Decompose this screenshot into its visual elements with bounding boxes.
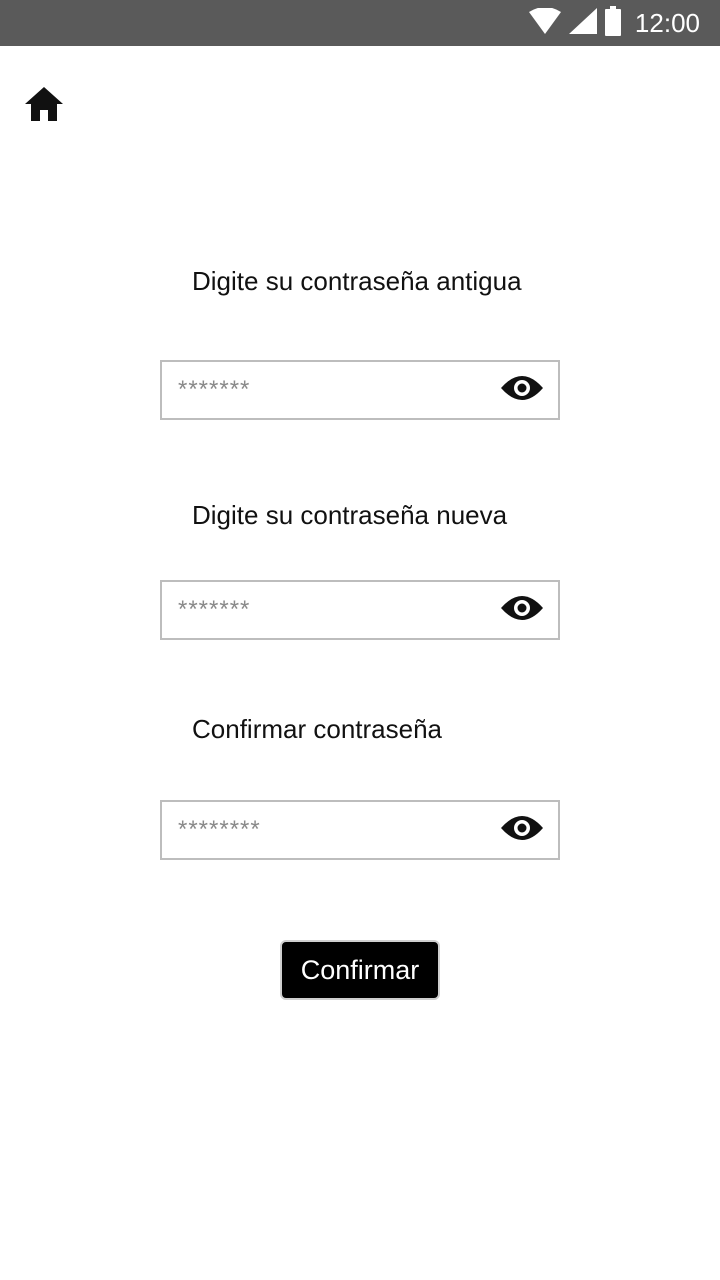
home-icon	[24, 86, 64, 127]
new-password-label: Digite su contraseña nueva	[192, 500, 508, 530]
new-password-field	[160, 580, 560, 640]
old-password-visibility-toggle[interactable]	[498, 370, 546, 410]
status-bar: 12:00	[0, 0, 720, 46]
confirm-password-input[interactable]	[178, 802, 478, 858]
eye-icon	[500, 814, 544, 847]
home-button[interactable]	[22, 84, 66, 128]
eye-icon	[500, 374, 544, 407]
signal-icon	[568, 7, 597, 39]
confirm-password-field	[160, 800, 560, 860]
eye-icon	[500, 594, 544, 627]
status-icons: 12:00	[528, 0, 700, 46]
battery-icon	[604, 5, 621, 41]
old-password-field	[160, 360, 560, 420]
wifi-icon	[528, 6, 561, 39]
new-password-visibility-toggle[interactable]	[498, 590, 546, 630]
status-time: 12:00	[634, 7, 700, 38]
new-password-input[interactable]	[178, 582, 478, 638]
confirm-password-label: Confirmar contraseña	[192, 714, 442, 744]
confirm-password-visibility-toggle[interactable]	[498, 810, 546, 850]
confirm-button[interactable]: Confirmar	[280, 940, 440, 1000]
old-password-label: Digite su contraseña antigua	[192, 266, 522, 296]
old-password-input[interactable]	[178, 362, 478, 418]
